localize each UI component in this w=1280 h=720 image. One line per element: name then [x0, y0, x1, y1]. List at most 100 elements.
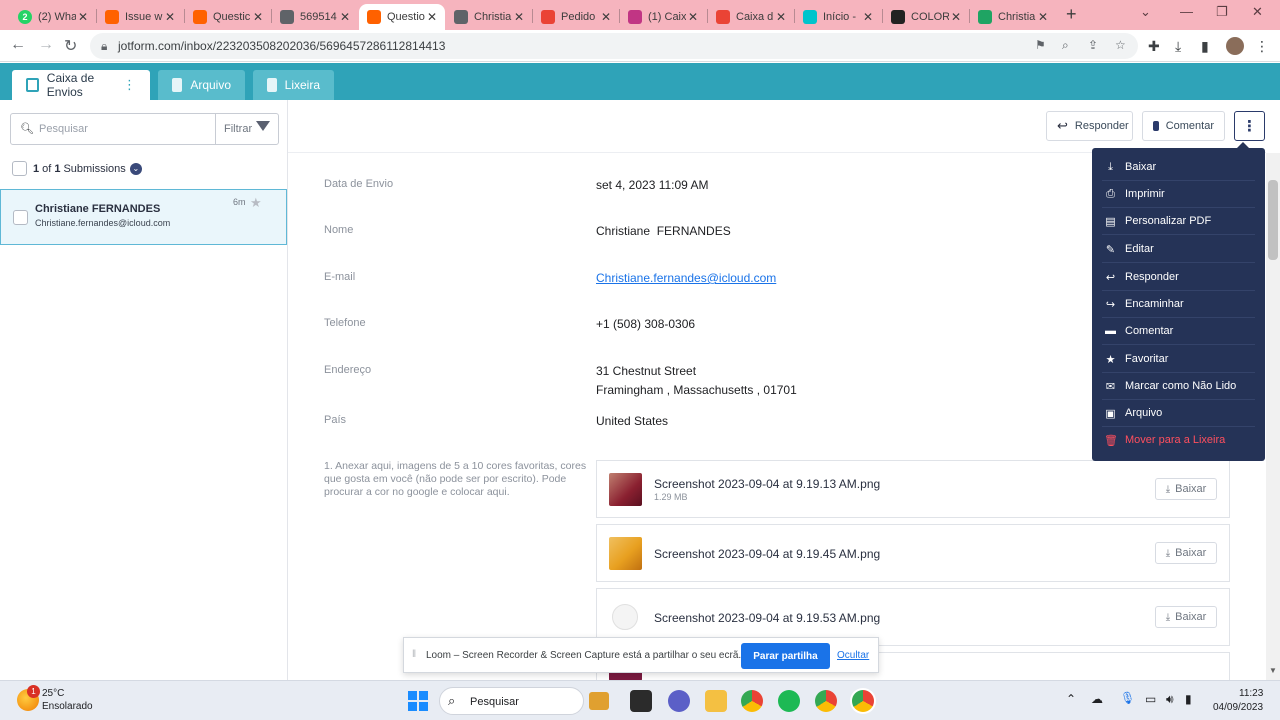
tab-options-icon[interactable]: ⋮ — [123, 77, 136, 93]
browser-tab[interactable]: (1) Caix ✕ — [620, 4, 706, 30]
close-tab-icon[interactable]: ✕ — [78, 10, 88, 24]
close-tab-icon[interactable]: ✕ — [863, 10, 873, 24]
side-panel-icon[interactable]: ▮ — [1201, 38, 1209, 55]
bookmark-star-icon[interactable]: ☆ — [1115, 38, 1126, 52]
chrome-icon[interactable] — [741, 690, 763, 712]
browser-tab[interactable]: Questio ✕ — [359, 4, 445, 30]
menu-item-reply[interactable]: ↩ Responder — [1092, 264, 1265, 290]
menu-item-star[interactable]: ★ Favoritar — [1092, 346, 1265, 372]
minimize-icon[interactable]: — — [1180, 4, 1193, 19]
browser-tab[interactable]: Christia ✕ — [446, 4, 532, 30]
tab-search-icon[interactable]: ⌄ — [1140, 4, 1151, 20]
submission-checkbox[interactable] — [13, 210, 28, 225]
drag-handle-icon[interactable]: ‖ — [412, 649, 416, 660]
tab-archive[interactable]: Arquivo — [158, 70, 245, 100]
chrome-menu-icon[interactable]: ⋮ — [1255, 38, 1269, 55]
search-input[interactable]: 🔍︎ Pesquisar — [10, 113, 216, 145]
translate-icon[interactable]: ⚑ — [1035, 38, 1046, 52]
file-download-button[interactable]: ⤓ Baixar — [1155, 542, 1217, 564]
file-name[interactable]: Screenshot 2023-09-04 at 9.19.45 AM.png — [654, 547, 880, 561]
reply-button[interactable]: ↩ Responder — [1046, 111, 1133, 141]
menu-item-envelope[interactable]: ✉ Marcar como Não Lido — [1092, 373, 1265, 399]
windows-start-icon[interactable] — [408, 691, 428, 711]
downloads-icon[interactable]: ⤓ — [1175, 38, 1181, 55]
new-tab-button[interactable]: + — [1066, 4, 1077, 25]
filter-button[interactable]: Filtrar — [215, 113, 279, 145]
forward-icon[interactable]: → — [38, 36, 54, 54]
file-thumbnail[interactable] — [609, 473, 642, 506]
file-thumbnail[interactable] — [612, 604, 638, 630]
file-thumbnail[interactable] — [609, 537, 642, 570]
close-window-icon[interactable]: ✕ — [1252, 4, 1263, 20]
file-download-button[interactable]: ⤓ Baixar — [1155, 606, 1217, 628]
url-text[interactable]: jotform.com/inbox/223203508202036/569645… — [118, 39, 445, 53]
field-value-email-link[interactable]: Christiane.fernandes@icloud.com — [596, 271, 776, 285]
browser-tab[interactable]: 2 (2) Wha ✕ — [10, 4, 96, 30]
menu-item-edit[interactable]: ✎ Editar — [1092, 236, 1265, 262]
microphone-icon[interactable]: 🎙︎ — [1120, 691, 1135, 705]
menu-item-download[interactable]: ⤓ Baixar — [1092, 154, 1265, 180]
browser-tab[interactable]: Christia ✕ — [970, 4, 1056, 30]
tab-inbox[interactable]: Caixa de Envios ⋮ — [12, 70, 150, 100]
task-view-icon[interactable] — [630, 690, 652, 712]
taskbar-search-box[interactable]: ⌕ Pesquisar — [439, 687, 609, 715]
clock-time[interactable]: 11:23 — [1239, 688, 1263, 699]
chrome-profile-icon[interactable] — [815, 690, 837, 712]
clock-date[interactable]: 04/09/2023 — [1213, 702, 1263, 713]
comment-button[interactable]: Comentar — [1142, 111, 1225, 141]
weather-desc[interactable]: Ensolarado — [42, 701, 93, 712]
browser-tab[interactable]: Caixa d ✕ — [708, 4, 794, 30]
close-tab-icon[interactable]: ✕ — [688, 10, 698, 24]
close-tab-icon[interactable]: ✕ — [951, 10, 961, 24]
extensions-icon[interactable]: ✚ — [1148, 38, 1160, 55]
close-tab-icon[interactable]: ✕ — [1038, 10, 1048, 24]
tray-chevron-up-icon[interactable]: ⌃ — [1066, 692, 1076, 706]
file-name[interactable]: Screenshot 2023-09-04 at 9.19.53 AM.png — [654, 611, 880, 625]
back-icon[interactable]: ← — [10, 36, 26, 54]
menu-item-print[interactable]: ⎙ Imprimir — [1092, 181, 1265, 207]
teams-chat-icon[interactable] — [668, 690, 690, 712]
scrollbar-thumb[interactable] — [1268, 180, 1278, 260]
menu-item-comment[interactable]: ▬ Comentar — [1092, 318, 1265, 344]
volume-icon[interactable]: 🔊︎ — [1166, 692, 1174, 707]
chrome-active-icon[interactable] — [852, 690, 874, 712]
close-tab-icon[interactable]: ✕ — [340, 10, 350, 24]
scroll-down-arrow-icon[interactable]: ▼ — [1269, 666, 1277, 675]
file-name[interactable]: Screenshot 2023-09-04 at 9.19.13 AM.png — [654, 477, 880, 491]
chevron-down-icon[interactable]: ⌄ — [129, 162, 142, 175]
browser-tab[interactable]: Questic ✕ — [185, 4, 271, 30]
spotify-icon[interactable] — [778, 690, 800, 712]
close-tab-icon[interactable]: ✕ — [514, 10, 524, 24]
profile-avatar[interactable] — [1226, 37, 1244, 55]
menu-item-pdf[interactable]: ▤ Personalizar PDF — [1092, 208, 1265, 234]
reload-icon[interactable]: ↻ — [64, 36, 77, 56]
weather-temp[interactable]: 25°C — [42, 688, 64, 699]
submission-list-item[interactable]: Christiane FERNANDES Christiane.fernande… — [0, 189, 287, 245]
menu-item-trash[interactable]: 🗑 Mover para a Lixeira — [1092, 427, 1265, 453]
star-icon[interactable]: ★ — [250, 195, 262, 211]
network-icon[interactable]: ▭ — [1145, 692, 1156, 706]
close-tab-icon[interactable]: ✕ — [776, 10, 786, 24]
browser-tab[interactable]: COLOR ✕ — [883, 4, 969, 30]
browser-tab[interactable]: Issue w ✕ — [97, 4, 183, 30]
menu-item-archive[interactable]: ▣ Arquivo — [1092, 400, 1265, 426]
close-tab-icon[interactable]: ✕ — [427, 10, 437, 24]
battery-icon[interactable]: ▮ — [1185, 692, 1192, 706]
select-all-checkbox[interactable] — [12, 161, 27, 176]
tab-trash[interactable]: Lixeira — [253, 70, 334, 100]
stop-sharing-button[interactable]: Parar partilha — [741, 643, 830, 669]
more-options-button[interactable]: ⋮ — [1234, 111, 1265, 141]
browser-tab[interactable]: 569514 ✕ — [272, 4, 358, 30]
browser-tab[interactable]: Pedido ✕ — [533, 4, 619, 30]
maximize-icon[interactable]: ❐ — [1216, 4, 1228, 20]
browser-tab[interactable]: Início - ✕ — [795, 4, 881, 30]
hide-button[interactable]: Ocultar — [837, 650, 869, 661]
lock-icon[interactable]: 🔒︎ — [101, 39, 107, 54]
close-tab-icon[interactable]: ✕ — [253, 10, 263, 24]
onedrive-icon[interactable]: ☁ — [1091, 692, 1103, 706]
zoom-icon[interactable]: ⌕ — [1062, 38, 1069, 53]
file-explorer-icon[interactable] — [705, 690, 727, 712]
close-tab-icon[interactable]: ✕ — [601, 10, 611, 24]
close-tab-icon[interactable]: ✕ — [165, 10, 175, 24]
file-download-button[interactable]: ⤓ Baixar — [1155, 478, 1217, 500]
